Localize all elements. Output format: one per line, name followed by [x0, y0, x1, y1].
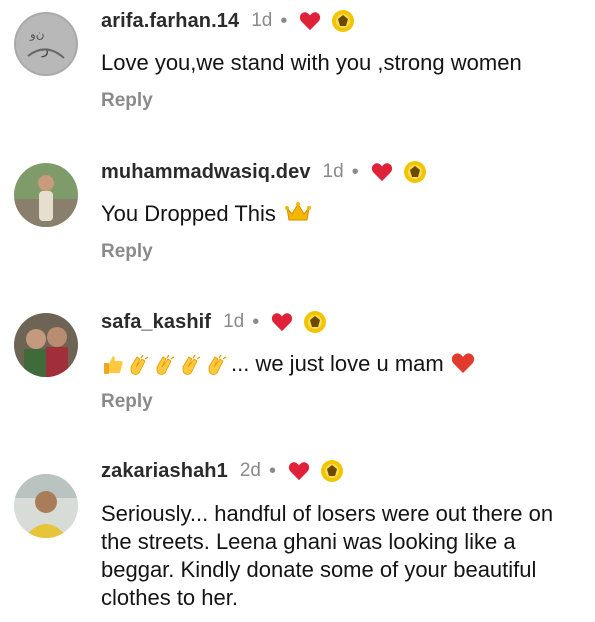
svg-text:ﻥﻭ: ﻥﻭ — [29, 27, 45, 41]
creator-badge-icon — [304, 311, 327, 333]
thumbs-up-emoji — [104, 356, 123, 375]
separator-dot: • — [252, 310, 260, 333]
heart-icon[interactable] — [299, 11, 321, 31]
timestamp: 1d — [251, 10, 273, 31]
comment-text: Love you,we stand with you ,strong women — [101, 50, 522, 75]
reply-button[interactable]: Reply — [101, 241, 153, 263]
clapping-hands-emoji — [208, 354, 227, 376]
comment-text: Seriously... handful of losers were out … — [101, 501, 554, 610]
clapping-hands-emoji — [182, 354, 201, 376]
avatar[interactable]: ﻥﻭ ﺭ — [14, 12, 78, 76]
username-link[interactable]: muhammadwasiq.dev — [101, 161, 311, 184]
comment-text: ... we just love u mam — [101, 350, 475, 378]
creator-badge-icon — [321, 460, 343, 482]
creator-badge-icon — [403, 161, 426, 183]
comment-text: You Dropped This — [101, 200, 312, 228]
comment-meta: muhammadwasiq.dev 1d • — [101, 158, 427, 186]
avatar[interactable] — [14, 163, 78, 227]
timestamp: 1d — [223, 311, 245, 332]
crown-emoji — [285, 202, 312, 221]
separator-dot: • — [280, 9, 288, 32]
separator-dot: • — [351, 160, 359, 183]
emoji-group — [101, 353, 231, 377]
avatar[interactable] — [14, 313, 78, 377]
heart-icon[interactable] — [271, 312, 293, 332]
clapping-hands-emoji — [156, 354, 175, 376]
comment-meta: safa_kashif 1d • — [101, 308, 327, 336]
heart-icon[interactable] — [288, 461, 310, 481]
username-link[interactable]: zakariashah1 — [101, 460, 228, 483]
comment-meta: zakariashah1 2d • — [101, 457, 344, 485]
separator-dot: • — [268, 459, 276, 482]
creator-badge-icon — [332, 10, 355, 32]
red-heart-emoji — [451, 353, 475, 373]
comment-text-content: You Dropped This — [101, 201, 276, 226]
timestamp: 2d — [239, 460, 261, 481]
username-link[interactable]: arifa.farhan.14 — [101, 10, 239, 33]
heart-icon[interactable] — [371, 162, 393, 182]
reply-button[interactable]: Reply — [101, 391, 153, 413]
comment-text-content: ... we just love u mam — [231, 351, 444, 376]
username-link[interactable]: safa_kashif — [101, 311, 211, 334]
avatar[interactable] — [14, 474, 78, 538]
reply-button[interactable]: Reply — [101, 90, 153, 112]
clapping-hands-emoji — [130, 354, 149, 376]
timestamp: 1d — [322, 161, 344, 182]
comment-meta: arifa.farhan.14 1d • — [101, 7, 355, 35]
